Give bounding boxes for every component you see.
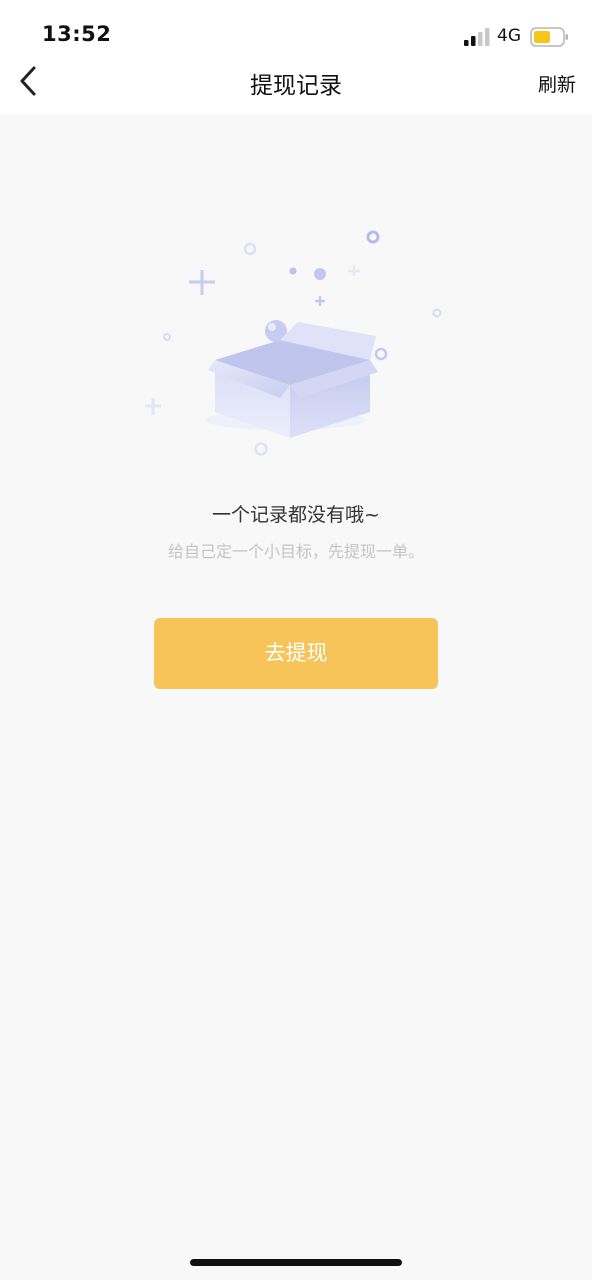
signal-bars-icon: [464, 28, 490, 46]
empty-state-subtitle: 给自己定一个小目标，先提现一单。: [167, 542, 424, 561]
empty-state-title: 一个记录都没有哦~: [212, 504, 380, 526]
refresh-button[interactable]: 刷新: [538, 70, 576, 97]
battery-icon: [530, 27, 568, 47]
status-bar: 13:52 4G: [0, 0, 592, 62]
empty-box-icon: [145, 230, 442, 456]
status-time: 13:52: [42, 22, 112, 46]
home-indicator: [190, 1259, 402, 1266]
page-title: 提现记录: [250, 73, 342, 99]
network-label: 4G: [497, 26, 521, 46]
go-withdraw-button[interactable]: 去提现: [154, 618, 438, 689]
nav-bar: 提现记录 刷新: [0, 62, 592, 114]
